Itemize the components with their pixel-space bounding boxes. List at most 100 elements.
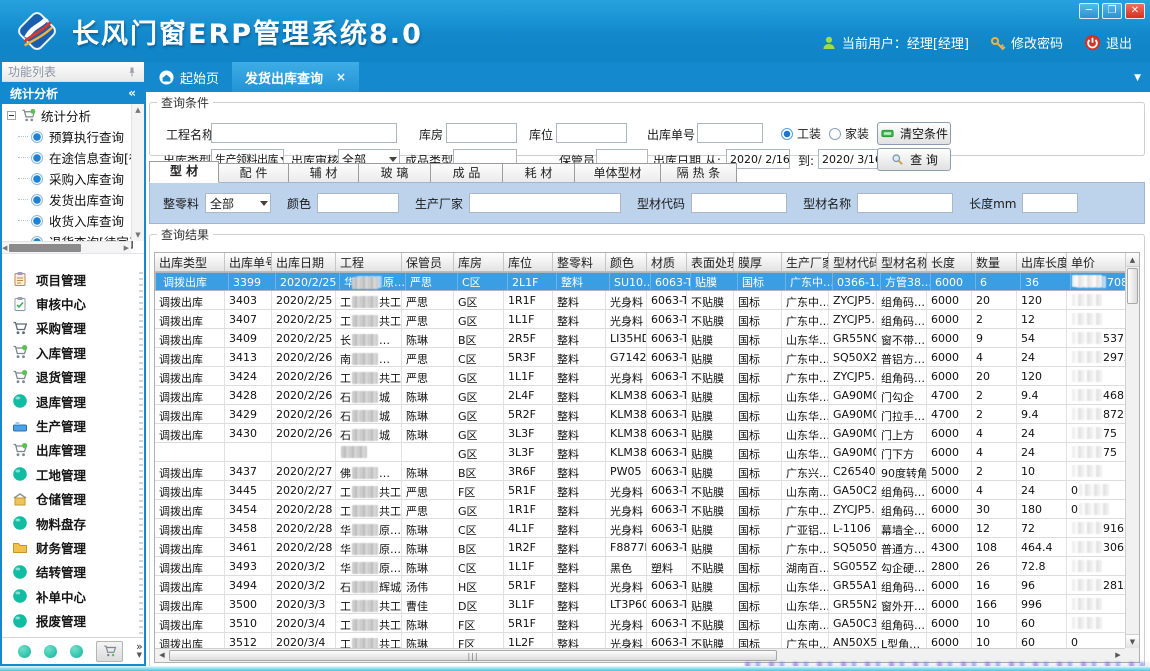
column-header[interactable]: 表面处理	[687, 253, 734, 271]
sidebar-menu-item[interactable]: 财务管理	[2, 535, 144, 559]
pin-icon[interactable]	[126, 66, 138, 78]
sidebar-menu-item[interactable]: 仓储管理	[2, 487, 144, 511]
tab-home[interactable]: 起始页	[146, 62, 232, 92]
column-header[interactable]: 工程	[336, 253, 402, 271]
collapse-icon[interactable]: «	[128, 86, 136, 100]
change-password-button[interactable]: 修改密码	[990, 33, 1063, 52]
sidebar-menu-item[interactable]: 生产管理	[2, 413, 144, 437]
scroll-up-icon[interactable]: ▲	[1126, 253, 1139, 267]
material-tab[interactable]: 单体型材	[575, 163, 661, 183]
warehouse-input[interactable]	[446, 123, 517, 143]
table-row[interactable]: 调拨出库34932020/3/2华原…陈琳C区1L1F整料黑色塑料不贴膜国标湖南…	[155, 557, 1140, 576]
tree-item[interactable]: 收货入库查询	[2, 210, 144, 231]
column-header[interactable]: 整零料	[553, 253, 606, 271]
scroll-right-icon[interactable]: ▶	[1111, 649, 1125, 662]
column-header[interactable]: 出库单号	[225, 253, 272, 271]
close-button[interactable]: ✕	[1125, 3, 1145, 19]
table-row[interactable]: 调拨出库34072020/2/25工共工程严思G区1L1F整料光身料6063-T…	[155, 310, 1140, 329]
scrollbar-thumb[interactable]	[1127, 268, 1138, 304]
sidebar-menu-item[interactable]: 报废管理	[2, 608, 144, 632]
footer-module-icon[interactable]	[44, 645, 57, 658]
sidebar-menu-item[interactable]: 补单中心	[2, 584, 144, 608]
material-tab[interactable]: 玻 璃	[359, 163, 431, 183]
column-header[interactable]: 出库类型	[155, 253, 225, 271]
column-header[interactable]: 型材名称	[877, 253, 927, 271]
scroll-left-icon[interactable]: ◀	[2, 244, 7, 252]
table-row[interactable]: 调拨出库33992020/2/25华原…严思C区2L1F整料SU10…6063-…	[155, 272, 1140, 291]
table-row[interactable]: 调拨出库35002020/3/3工共工程曹佳D区3L1F整料LT3P606063…	[155, 595, 1140, 614]
sidebar-menu-item[interactable]: 出库管理	[2, 438, 144, 462]
footer-cart-button[interactable]	[96, 641, 123, 662]
scroll-up-icon[interactable]: ▲	[132, 106, 144, 114]
order-no-input[interactable]	[697, 123, 763, 143]
material-tab[interactable]: 隔 热 条	[661, 163, 737, 183]
column-header[interactable]: 生产厂家	[782, 253, 829, 271]
sidebar-menu-item[interactable]: 工地管理	[2, 462, 144, 486]
scrollbar-thumb[interactable]	[9, 244, 81, 252]
material-tab[interactable]: 辅 材	[289, 163, 359, 183]
column-header[interactable]: 数量	[972, 253, 1017, 271]
length-input[interactable]	[1022, 193, 1078, 213]
material-tab[interactable]: 配 件	[219, 163, 289, 183]
table-row[interactable]: 调拨出库34582020/2/28华原…陈琳C区4L1F整料光身料6063-T5…	[155, 519, 1140, 538]
tree-item[interactable]: 采购入库查询	[2, 168, 144, 189]
sidebar-menu-item[interactable]: 项目管理	[2, 267, 144, 291]
date-to-picker[interactable]: 2020/ 3/16	[818, 149, 882, 169]
table-row[interactable]: 调拨出库34302020/2/26石城陈琳G区3L3F整料KLM38176063…	[155, 424, 1140, 443]
table-row[interactable]: 调拨出库34092020/2/25长…陈琳B区2R5F整料LI35HD6063-…	[155, 329, 1140, 348]
sidebar-menu-item[interactable]: 退库管理	[2, 389, 144, 413]
radio-gongzhuang[interactable]: 工装	[781, 125, 821, 142]
radio-jiazhuang[interactable]: 家装	[829, 125, 869, 142]
table-row[interactable]: 调拨出库34612020/2/28华原…陈琳B区1R2F整料F8877FT606…	[155, 538, 1140, 557]
scrollbar-thumb[interactable]: |||	[169, 650, 777, 661]
table-row[interactable]: 调拨出库35102020/3/4工共工程陈琳F区5R1F整料光身料6063-T5…	[155, 614, 1140, 633]
table-row[interactable]: 调拨出库34942020/3/2石辉城汤伟H区5R1F整料光身料6063-T5贴…	[155, 576, 1140, 595]
table-row[interactable]: 调拨出库34032020/2/25工共工程严思G区1R1F整料光身料6063-T…	[155, 291, 1140, 310]
sidebar-menu-item[interactable]: 入库管理	[2, 340, 144, 364]
column-header[interactable]: 材质	[647, 253, 687, 271]
tree-horizontal-scrollbar[interactable]: ◀ ▶	[2, 241, 131, 253]
table-row[interactable]: 调拨出库34452020/2/27工共工程严思F区5R1F整料光身料6063-T…	[155, 481, 1140, 500]
material-tab[interactable]: 成 品	[431, 163, 503, 183]
scroll-down-icon[interactable]: ▼	[1126, 634, 1139, 648]
maximize-button[interactable]: ❐	[1102, 3, 1122, 19]
project-name-input[interactable]	[211, 123, 397, 143]
column-header[interactable]: 库位	[504, 253, 553, 271]
tree-vertical-scrollbar[interactable]: ▲ ▼	[131, 104, 144, 241]
material-tab[interactable]: 耗 材	[503, 163, 575, 183]
sidebar-menu-item[interactable]: 采购管理	[2, 316, 144, 340]
column-header[interactable]: 型材代码	[829, 253, 877, 271]
tree-item[interactable]: 在途信息查询[待	[2, 147, 144, 168]
part-type-select[interactable]: 全部	[205, 193, 271, 213]
material-tab[interactable]: 型 材	[149, 161, 219, 183]
maker-input[interactable]	[469, 193, 621, 213]
table-row[interactable]: 调拨出库34132020/2/26南…严思C区5R3F整料G714226063-…	[155, 348, 1140, 367]
sidebar-menu-item[interactable]: 物料盘存	[2, 511, 144, 535]
table-row[interactable]: 调拨出库34282020/2/26石城陈琳G区2L4F整料KLM38176063…	[155, 386, 1140, 405]
grid-vertical-scrollbar[interactable]: ▲ ▼	[1125, 253, 1139, 648]
column-header[interactable]: 出库长度	[1017, 253, 1067, 271]
column-header[interactable]: 出库日期	[272, 253, 336, 271]
tab-overflow-chevron-icon[interactable]: ▼	[1134, 73, 1141, 83]
column-header[interactable]: 库房	[454, 253, 504, 271]
column-header[interactable]: 长度	[927, 253, 972, 271]
footer-module-icon[interactable]	[70, 645, 83, 658]
column-header[interactable]: 保管员	[402, 253, 454, 271]
table-row[interactable]: 调拨出库34542020/2/28工共工程严思G区1R1F整料光身料6063-T…	[155, 500, 1140, 519]
clear-conditions-button[interactable]: 清空条件	[877, 122, 951, 145]
minimize-button[interactable]: ─	[1079, 3, 1099, 19]
table-row[interactable]: G区3L3F整料KLM38176063-T5贴膜国标山东华…GA90M09.门下…	[155, 443, 1140, 462]
tree-expander-icon[interactable]	[7, 111, 16, 120]
table-row[interactable]: 调拨出库34372020/2/27佛…陈琳B区3R6F整料PW056063-T5…	[155, 462, 1140, 481]
column-header[interactable]: 颜色	[606, 253, 647, 271]
scroll-right-icon[interactable]: ▶	[124, 244, 129, 252]
search-button[interactable]: 查 询	[877, 148, 951, 171]
sidebar-menu-item[interactable]: 退货管理	[2, 365, 144, 389]
footer-more-button[interactable]: » ▼	[136, 643, 143, 659]
scroll-left-icon[interactable]: ◀	[155, 649, 169, 662]
tree-item[interactable]: 预算执行查询	[2, 126, 144, 147]
profile-name-input[interactable]	[857, 193, 953, 213]
tab-shipping-query[interactable]: 发货出库查询 ×	[232, 62, 359, 92]
table-row[interactable]: 调拨出库34242020/2/26工共工程严思G区1L1F整料光身料6063-T…	[155, 367, 1140, 386]
column-header[interactable]: 膜厚	[734, 253, 782, 271]
